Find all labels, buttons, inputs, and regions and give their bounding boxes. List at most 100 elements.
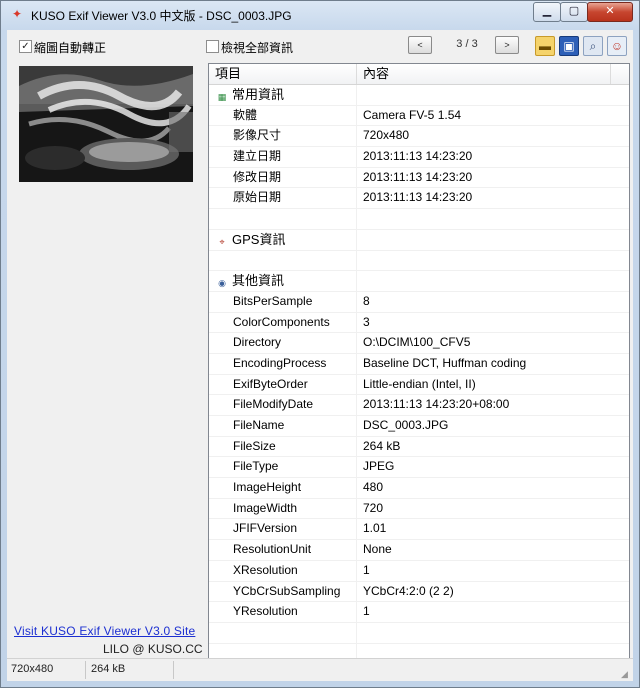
chevron-right-icon: >: [504, 40, 510, 50]
property-value: 720: [363, 500, 384, 515]
property-name: 建立日期: [209, 147, 357, 167]
property-value: 2013:11:13 14:23:20: [363, 190, 473, 205]
app-icon: ✦: [11, 7, 23, 21]
empty-cell: [209, 622, 357, 643]
table-row[interactable]: BitsPerSample 8: [209, 291, 629, 313]
empty-row: [209, 643, 629, 658]
auto-rotate-checkbox[interactable]: ✓: [19, 40, 32, 53]
property-value: 3: [363, 314, 370, 329]
next-button[interactable]: >: [495, 36, 519, 54]
toolbar: ✓ 縮圖自動轉正 檢視全部資訊 < 3 / 3 > ▬ ▣ ⌕ ☺: [7, 30, 633, 58]
group-label: 常用資訊: [232, 87, 285, 102]
empty-cell: [209, 643, 357, 658]
status-divider: [85, 661, 86, 679]
property-value: 720x480: [363, 128, 410, 143]
property-name: ResolutionUnit: [209, 540, 357, 560]
property-name: ColorComponents: [209, 312, 357, 333]
property-value: DSC_0003.JPG: [363, 418, 449, 432]
property-name: FileName: [209, 416, 357, 436]
save-icon[interactable]: ▣: [559, 36, 579, 56]
auto-rotate-label[interactable]: 縮圖自動轉正: [34, 39, 106, 56]
group-row[interactable]: ▦ 常用資訊: [209, 85, 629, 106]
table-row[interactable]: ResolutionUnit None: [209, 540, 629, 561]
client-area: ✓ 縮圖自動轉正 檢視全部資訊 < 3 / 3 > ▬ ▣ ⌕ ☺ Visit …: [7, 30, 633, 681]
property-name: YCbCrSubSampling: [209, 581, 357, 602]
table-row[interactable]: 原始日期 2013:11:13 14:23:20: [209, 188, 629, 210]
open-folder-icon[interactable]: ▬: [535, 36, 555, 56]
group-label: GPS資訊: [232, 231, 286, 247]
chevron-left-icon: <: [417, 40, 423, 50]
table-row[interactable]: ImageHeight 480: [209, 478, 629, 499]
status-filesize: 264 kB: [91, 663, 126, 675]
maximize-button[interactable]: ▢: [560, 2, 588, 22]
table-row[interactable]: ExifByteOrder Little-endian (Intel, II): [209, 374, 629, 396]
view-all-label[interactable]: 檢視全部資訊: [221, 39, 293, 56]
property-name: EncodingProcess: [209, 353, 357, 374]
property-name: FileSize: [209, 436, 357, 457]
prev-button[interactable]: <: [408, 36, 432, 54]
property-value: 8: [363, 293, 370, 308]
spacer-row: [209, 209, 629, 230]
table-row[interactable]: JFIFVersion 1.01: [209, 519, 629, 541]
property-name: Directory: [209, 333, 357, 353]
table-row[interactable]: 軟體 Camera FV-5 1.54: [209, 105, 629, 127]
table-row[interactable]: 建立日期 2013:11:13 14:23:20: [209, 147, 629, 168]
property-value: YCbCr4:2:0 (2 2): [363, 583, 454, 598]
camera-icon: ◉: [218, 278, 226, 289]
property-name: ImageWidth: [209, 498, 357, 519]
exif-table[interactable]: 項目 內容 ▦ 常用資訊 軟體 Camera FV-5 1.54 影像尺寸 720x480…: [208, 63, 630, 659]
table-row[interactable]: 影像尺寸 720x480: [209, 126, 629, 148]
property-name: 軟體: [209, 105, 357, 126]
gps-icon: ⌖: [219, 236, 225, 247]
credit-text: LILO @ KUSO.CC: [103, 642, 203, 656]
column-header-item[interactable]: 項目: [209, 64, 357, 84]
property-value: JPEG: [363, 459, 395, 474]
status-dimensions: 720x480: [11, 663, 54, 675]
property-value: 2013:11:13 14:23:20: [363, 149, 473, 164]
property-value: 1: [363, 604, 370, 619]
window-title: KUSO Exif Viewer V3.0 中文版 - DSC_0003.JPG: [31, 9, 292, 23]
close-button[interactable]: ✕: [587, 2, 633, 22]
table-header: 項目 內容: [209, 64, 629, 85]
minimize-button[interactable]: ▁: [533, 2, 561, 22]
table-body: ▦ 常用資訊 軟體 Camera FV-5 1.54 影像尺寸 720x480 建立日期 20…: [209, 85, 629, 658]
property-value: Baseline DCT, Huffman coding: [363, 355, 527, 370]
table-row[interactable]: 修改日期 2013:11:13 14:23:20: [209, 167, 629, 189]
app-window: ✦ KUSO Exif Viewer V3.0 中文版 - DSC_0003.J…: [0, 0, 640, 688]
image-thumbnail[interactable]: [19, 66, 193, 182]
property-value: 1: [363, 562, 370, 577]
property-value: None: [363, 542, 392, 557]
column-header-content[interactable]: 內容: [357, 64, 611, 84]
spacer-cell: [209, 250, 357, 271]
property-name: 修改日期: [209, 167, 357, 188]
property-value: 264 kB: [363, 438, 401, 453]
table-row[interactable]: FileType JPEG: [209, 457, 629, 479]
page-counter: 3 / 3: [456, 38, 478, 50]
table-row[interactable]: YResolution 1: [209, 602, 629, 623]
table-row[interactable]: Directory O:\DCIM\100_CFV5: [209, 333, 629, 354]
website-link[interactable]: Visit KUSO Exif Viewer V3.0 Site: [14, 624, 195, 638]
property-name: FileModifyDate: [209, 395, 357, 415]
group-row[interactable]: ⌖ GPS資訊: [209, 229, 629, 251]
about-icon[interactable]: ☺: [607, 36, 627, 56]
table-row[interactable]: FileName DSC_0003.JPG: [209, 416, 629, 437]
table-row[interactable]: YCbCrSubSampling YCbCr4:2:0 (2 2): [209, 581, 629, 603]
resize-grip-icon[interactable]: ◢: [621, 669, 631, 679]
table-row[interactable]: ColorComponents 3: [209, 312, 629, 334]
zoom-icon[interactable]: ⌕: [583, 36, 603, 56]
status-bar: 720x480 264 kB ◢: [7, 658, 633, 681]
table-row[interactable]: EncodingProcess Baseline DCT, Huffman cod…: [209, 353, 629, 375]
table-row[interactable]: FileSize 264 kB: [209, 436, 629, 458]
title-bar[interactable]: ✦ KUSO Exif Viewer V3.0 中文版 - DSC_0003.J…: [1, 1, 639, 27]
table-row[interactable]: XResolution 1: [209, 560, 629, 582]
empty-row: [209, 622, 629, 644]
property-name: FileType: [209, 457, 357, 478]
table-row[interactable]: FileModifyDate 2013:11:13 14:23:20+08:00: [209, 395, 629, 416]
view-all-checkbox[interactable]: [206, 40, 219, 53]
property-value: 1.01: [363, 521, 387, 536]
group-name: ◉ 其他資訊: [209, 271, 357, 291]
property-name: BitsPerSample: [209, 291, 357, 312]
spacer-row: [209, 250, 629, 272]
table-row[interactable]: ImageWidth 720: [209, 498, 629, 520]
group-row[interactable]: ◉ 其他資訊: [209, 271, 629, 292]
